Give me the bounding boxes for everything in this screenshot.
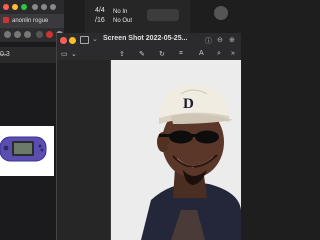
dial-icon[interactable] <box>214 6 228 20</box>
extension-icon[interactable] <box>36 31 43 38</box>
favicon-icon <box>3 17 9 23</box>
sidebar-icon[interactable]: ▭ <box>61 50 68 58</box>
tab-icon[interactable] <box>41 4 47 10</box>
in-point-label: No In <box>113 9 128 15</box>
browser-tab-strip <box>0 0 64 14</box>
preview-titlebar: ⌄ Screen Shot 2022-05-25... ⓘ ⊖ ⊕ <box>57 33 241 47</box>
window-title: Screen Shot 2022-05-25... <box>103 35 188 42</box>
browser-tab-title: anonlin rogue <box>12 18 49 24</box>
minimize-button[interactable] <box>69 37 76 44</box>
markup-icon[interactable]: ✎ <box>139 50 145 58</box>
info-icon[interactable]: ⓘ <box>205 36 212 46</box>
zoom-out-icon[interactable]: ⊖ <box>217 36 223 44</box>
photo-canvas: D <box>111 60 241 240</box>
tab-icon[interactable] <box>50 4 56 10</box>
back-icon[interactable] <box>4 31 11 38</box>
select-control[interactable] <box>147 9 179 21</box>
time-display: /16 <box>95 17 105 24</box>
chevron-down-icon[interactable]: ⌄ <box>92 35 98 43</box>
zoom-control[interactable]: — <box>0 47 44 63</box>
crop-icon[interactable]: ⌗ <box>179 50 183 58</box>
tab-icon[interactable] <box>32 4 38 10</box>
minimize-button[interactable] <box>12 4 18 10</box>
preview-toolbar: ▭ ⌄ ⇪ ✎ ↻ ⌗ A ⌕ » <box>57 47 241 61</box>
annotate-icon[interactable]: A <box>199 50 204 57</box>
pdf-toolbar: 0.3 — <box>0 47 64 63</box>
reload-icon[interactable] <box>24 31 31 38</box>
out-point-label: No Out <box>113 18 133 24</box>
forward-icon[interactable] <box>14 31 21 38</box>
counter-display: 4/4 <box>95 7 105 14</box>
sidebar-toggle-icon[interactable] <box>80 36 89 44</box>
search-icon[interactable]: ⌕ <box>217 50 221 58</box>
view-menu-icon[interactable]: ⌄ <box>71 50 77 58</box>
maximize-button[interactable] <box>21 4 27 10</box>
close-button[interactable] <box>60 37 67 44</box>
photo-man-in-cap: D <box>111 60 241 240</box>
browser-window: anonlin rogue 0.3 — <box>0 0 64 240</box>
share-icon[interactable]: ⇪ <box>119 50 125 58</box>
close-button[interactable] <box>3 4 9 10</box>
zoom-in-icon[interactable]: ⊕ <box>229 36 235 44</box>
browser-tab[interactable]: anonlin rogue <box>0 14 64 28</box>
svg-text:D: D <box>183 96 194 112</box>
more-icon[interactable]: » <box>231 50 235 57</box>
preview-sidebar <box>57 60 111 240</box>
rotate-icon[interactable]: ↻ <box>159 50 165 58</box>
gameboy-advance-image <box>0 136 47 162</box>
browser-toolbar <box>0 28 64 42</box>
preview-window: ⌄ Screen Shot 2022-05-25... ⓘ ⊖ ⊕ ▭ ⌄ ⇪ … <box>56 33 241 240</box>
extension-icon[interactable] <box>46 31 53 38</box>
